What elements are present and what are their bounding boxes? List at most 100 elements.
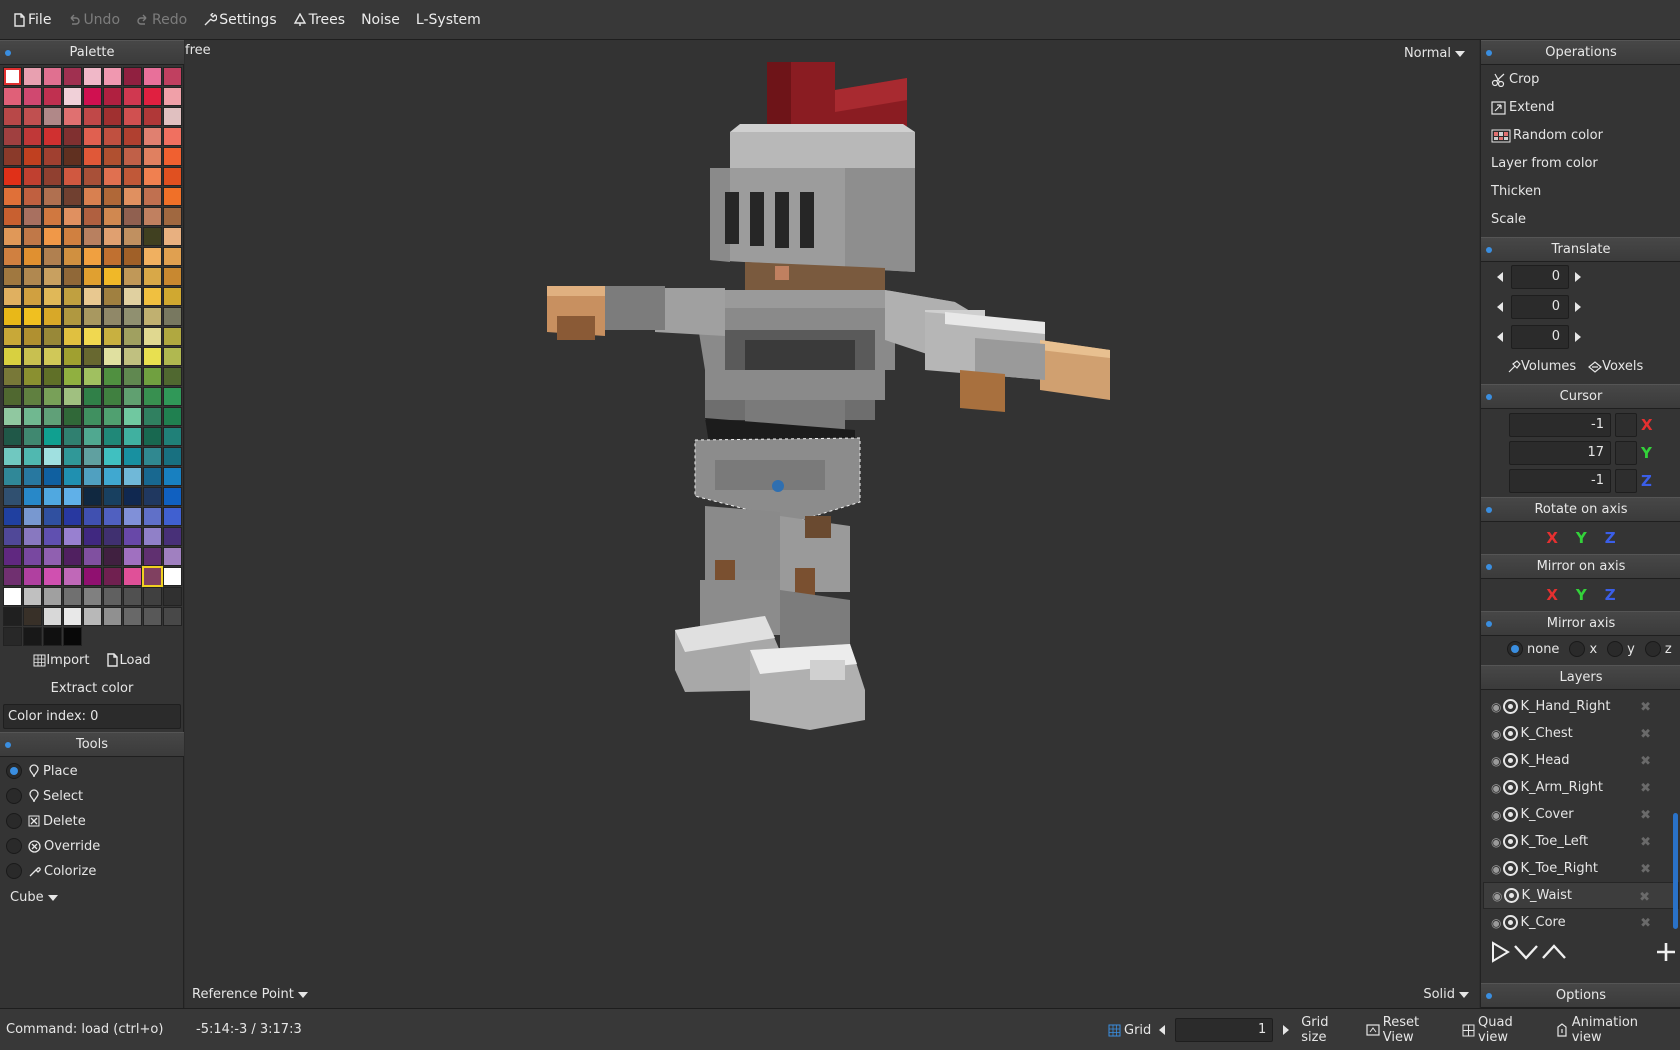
reference-point-dropdown[interactable]: Reference Point — [192, 987, 308, 1002]
cursor-header[interactable]: Cursor — [1481, 384, 1680, 409]
palette-swatch[interactable] — [103, 247, 122, 266]
decrement-arrow-icon[interactable] — [1497, 272, 1503, 282]
palette-swatch[interactable] — [83, 327, 102, 346]
palette-swatch[interactable] — [83, 427, 102, 446]
palette-swatch[interactable] — [23, 547, 42, 566]
palette-swatch[interactable] — [163, 287, 182, 306]
layer-row[interactable]: ◉ K_Waist ✖ — [1483, 882, 1679, 909]
palette-swatch[interactable] — [163, 347, 182, 366]
palette-swatch[interactable] — [3, 147, 22, 166]
palette-swatch[interactable] — [43, 247, 62, 266]
palette-swatch[interactable] — [43, 467, 62, 486]
palette-swatch[interactable] — [83, 487, 102, 506]
palette-swatch[interactable] — [123, 167, 142, 186]
palette-swatch[interactable] — [43, 287, 62, 306]
palette-swatch[interactable] — [103, 307, 122, 326]
palette-swatch[interactable] — [103, 607, 122, 626]
delete-layer-icon[interactable]: ✖ — [1640, 862, 1651, 877]
palette-swatch[interactable] — [43, 367, 62, 386]
increment-arrow-icon[interactable] — [1575, 272, 1581, 282]
palette-swatch[interactable] — [83, 147, 102, 166]
palette-swatch[interactable] — [63, 67, 82, 86]
palette-swatch[interactable] — [103, 327, 122, 346]
cursor-x-toggle[interactable] — [1615, 413, 1637, 437]
palette-swatch[interactable] — [103, 67, 122, 86]
palette-swatch[interactable] — [83, 467, 102, 486]
palette-swatch[interactable] — [123, 567, 142, 586]
tool-place[interactable]: Place — [6, 763, 78, 779]
palette-swatch[interactable] — [103, 447, 122, 466]
palette-swatch[interactable] — [83, 267, 102, 286]
palette-swatch[interactable] — [23, 487, 42, 506]
palette-swatch[interactable] — [3, 607, 22, 626]
palette-swatch[interactable] — [43, 527, 62, 546]
palette-swatch[interactable] — [163, 67, 182, 86]
palette-swatch[interactable] — [3, 567, 22, 586]
palette-swatch[interactable] — [23, 247, 42, 266]
palette-swatch[interactable] — [163, 567, 182, 586]
palette-swatch[interactable] — [143, 387, 162, 406]
palette-swatch[interactable] — [23, 87, 42, 106]
palette-swatch[interactable] — [163, 367, 182, 386]
palette-swatch[interactable] — [83, 107, 102, 126]
layer-lock-icon[interactable] — [1503, 780, 1519, 795]
palette-swatch[interactable] — [83, 407, 102, 426]
palette-swatch[interactable] — [143, 207, 162, 226]
palette-swatch[interactable] — [43, 167, 62, 186]
palette-swatch[interactable] — [123, 487, 142, 506]
palette-swatch[interactable] — [103, 107, 122, 126]
palette-swatch[interactable] — [123, 307, 142, 326]
palette-swatch[interactable] — [63, 107, 82, 126]
cursor-x-field[interactable]: -1 — [1509, 413, 1611, 437]
palette-swatch[interactable] — [63, 327, 82, 346]
palette-swatch[interactable] — [63, 627, 82, 646]
palette-swatch[interactable] — [123, 67, 142, 86]
crop-button[interactable]: Crop — [1491, 72, 1539, 87]
layers-header[interactable]: Layers — [1481, 665, 1680, 690]
palette-swatch[interactable] — [43, 607, 62, 626]
palette-swatch[interactable] — [23, 467, 42, 486]
palette-swatch[interactable] — [123, 187, 142, 206]
palette-swatch[interactable] — [103, 507, 122, 526]
palette-swatch[interactable] — [143, 167, 162, 186]
layer-row[interactable]: ◉ K_Head ✖ — [1483, 747, 1679, 774]
palette-swatch[interactable] — [43, 567, 62, 586]
collapse-dot-icon[interactable] — [1486, 621, 1492, 627]
palette-swatch[interactable] — [123, 427, 142, 446]
grid-size-field[interactable]: 1 — [1175, 1018, 1274, 1042]
palette-swatch[interactable] — [63, 527, 82, 546]
tool-place-radio[interactable] — [6, 763, 22, 779]
delete-layer-icon[interactable]: ✖ — [1640, 754, 1651, 769]
quad-view-button[interactable]: Quad view — [1462, 1015, 1547, 1045]
palette-swatch[interactable] — [3, 627, 22, 646]
palette-swatch[interactable] — [43, 487, 62, 506]
volumes-button[interactable]: Volumes — [1507, 359, 1576, 374]
palette-swatch[interactable] — [43, 407, 62, 426]
layer-lock-icon[interactable] — [1503, 915, 1519, 930]
palette-swatch[interactable] — [43, 587, 62, 606]
palette-swatch[interactable] — [23, 207, 42, 226]
mirror-axis-header[interactable]: Mirror axis — [1481, 611, 1680, 636]
palette-swatch[interactable] — [83, 507, 102, 526]
palette-swatch[interactable] — [3, 327, 22, 346]
tool-select[interactable]: Select — [6, 788, 83, 804]
palette-swatch[interactable] — [143, 287, 162, 306]
palette-swatch[interactable] — [103, 347, 122, 366]
palette-swatch[interactable] — [23, 327, 42, 346]
palette-swatch[interactable] — [23, 447, 42, 466]
mirror-z-button[interactable]: Z — [1605, 586, 1616, 604]
palette-swatch[interactable] — [163, 107, 182, 126]
palette-swatch[interactable] — [163, 587, 182, 606]
tool-delete[interactable]: Delete — [6, 813, 86, 829]
palette-swatch[interactable] — [63, 567, 82, 586]
delete-layer-icon[interactable]: ✖ — [1640, 808, 1651, 823]
palette-swatch[interactable] — [63, 347, 82, 366]
palette-swatch[interactable] — [63, 207, 82, 226]
palette-swatch[interactable] — [3, 427, 22, 446]
palette-swatch[interactable] — [163, 227, 182, 246]
cursor-y-field[interactable]: 17 — [1509, 441, 1611, 465]
palette-swatch[interactable] — [63, 167, 82, 186]
palette-swatch[interactable] — [23, 267, 42, 286]
palette-swatch[interactable] — [143, 307, 162, 326]
palette-swatch[interactable] — [23, 587, 42, 606]
